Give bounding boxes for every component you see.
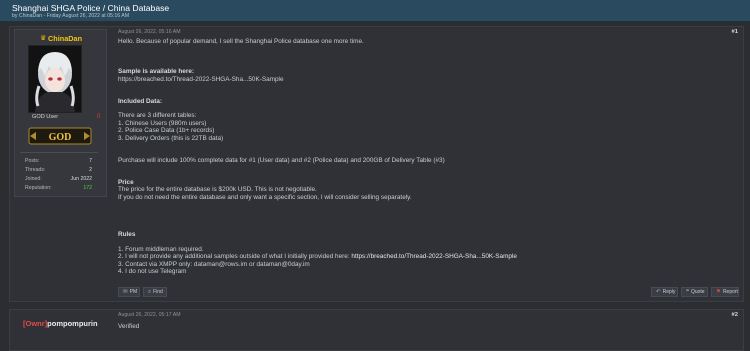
user-title: GOD User xyxy=(32,114,59,120)
god-badge: GOD xyxy=(28,126,92,146)
stat-value-reputation[interactable]: 172 xyxy=(83,185,92,191)
stat-label-threads: Threads: xyxy=(25,167,46,173)
post-line: Verified xyxy=(118,323,140,330)
flag-icon: ⚑ xyxy=(716,289,721,295)
post-line: The price for the entire database is $20… xyxy=(118,186,317,193)
stat-value-joined: Jun 2022 xyxy=(70,176,92,182)
post-line: 2. Police Case Data (1b+ records) xyxy=(118,127,215,134)
post-line: 1. Forum middleman required. xyxy=(118,246,204,253)
rules-sample-link[interactable]: https://breached.to/Thread-2022-SHGA-Sha… xyxy=(351,253,517,260)
envelope-icon: ✉ xyxy=(123,289,128,295)
sample-link[interactable]: https://breached.to/Thread-2022-SHGA-Sha… xyxy=(118,76,284,83)
post-line: 3. Contact via XMPP only: dataman@rows.i… xyxy=(118,261,310,268)
avatar[interactable] xyxy=(28,45,82,113)
post-date: August 26, 2022, 05:16 AM xyxy=(118,29,181,35)
post-line: 3. Delivery Orders (this is 22TB data) xyxy=(118,135,224,142)
post-number[interactable]: #1 xyxy=(732,29,738,35)
stats-divider xyxy=(20,152,98,153)
quote-button[interactable]: ❝ Quote xyxy=(681,287,708,297)
report-button[interactable]: ⚑ Report xyxy=(711,287,739,297)
stat-label-joined: Joined: xyxy=(25,176,42,182)
stat-label-reputation: Reputation: xyxy=(25,185,52,191)
reply-button[interactable]: ↶ Reply xyxy=(651,287,678,297)
stat-value-posts: 7 xyxy=(89,158,92,164)
find-button[interactable]: ⌕ Find xyxy=(143,287,167,297)
post-date: August 26, 2022, 05:17 AM xyxy=(118,312,181,318)
post-line: Sample is available here: xyxy=(118,68,195,75)
post-line: 4. I do not use Telegram xyxy=(118,268,187,275)
thread-header: Shanghai SHGA Police / China Database by… xyxy=(0,0,750,22)
post-line: There are 3 different tables: xyxy=(118,112,197,119)
post-line: Hello. Because of popular demand, I sell… xyxy=(118,38,364,45)
stat-label-posts: Posts: xyxy=(25,158,40,164)
thread-byline: by ChinaDan - Friday August 26, 2022 at … xyxy=(12,13,130,19)
post-line: Included Data: xyxy=(118,98,163,105)
author-username[interactable]: ChinaDan xyxy=(48,34,82,43)
reputation-indicator: 0 xyxy=(97,114,101,120)
post-line: If you do not need the entire database a… xyxy=(118,194,412,201)
pm-button[interactable]: ✉ PM xyxy=(118,287,140,297)
reply-icon: ↶ xyxy=(656,289,661,295)
search-icon: ⌕ xyxy=(148,288,152,295)
post-line: Price xyxy=(118,179,134,186)
post-line: 1. Chinese Users (980m users) xyxy=(118,120,207,127)
stat-value-threads: 2 xyxy=(89,167,92,173)
post-line: Rules xyxy=(118,231,136,238)
crown-icon: ♛ xyxy=(40,35,47,42)
thread-title: Shanghai SHGA Police / China Database xyxy=(12,3,170,13)
badge-text: GOD xyxy=(49,132,72,143)
post-number[interactable]: #2 xyxy=(732,312,738,318)
author-username[interactable]: [Ownr]pompompurin xyxy=(23,319,98,328)
post-line: Purchase will include 100% complete data… xyxy=(118,157,445,164)
user-tag: [Ownr] xyxy=(23,319,48,328)
post-line: 2. I will not provide any additional sam… xyxy=(118,253,517,260)
quote-icon: ❝ xyxy=(686,289,689,295)
